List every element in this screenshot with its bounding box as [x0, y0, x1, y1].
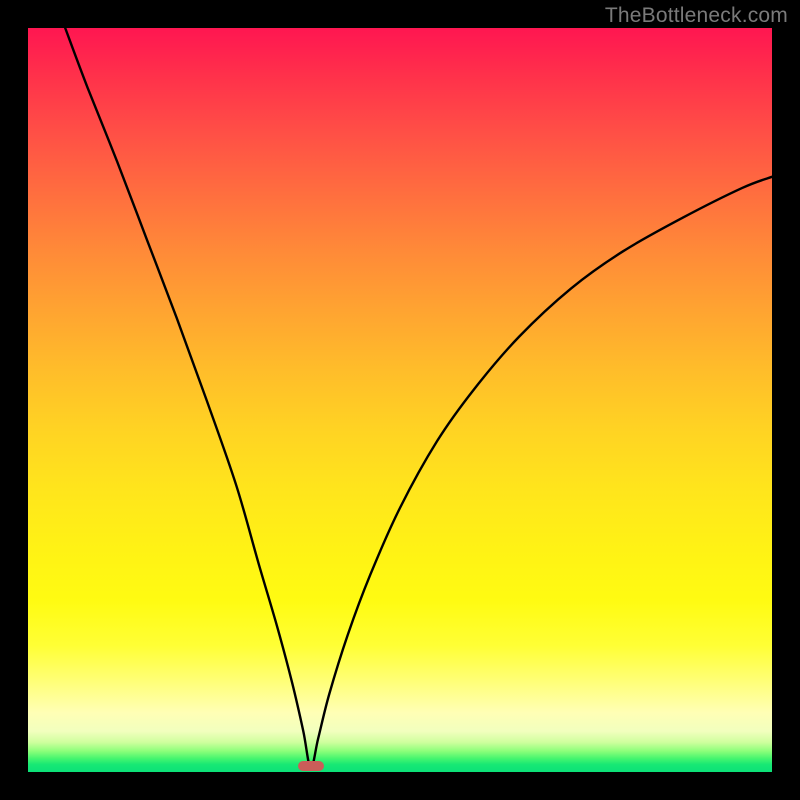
- bottleneck-curve: [28, 28, 772, 772]
- optimum-marker: [298, 761, 324, 771]
- watermark-text: TheBottleneck.com: [605, 4, 788, 28]
- plot-area: [28, 28, 772, 772]
- chart-frame: TheBottleneck.com: [0, 0, 800, 800]
